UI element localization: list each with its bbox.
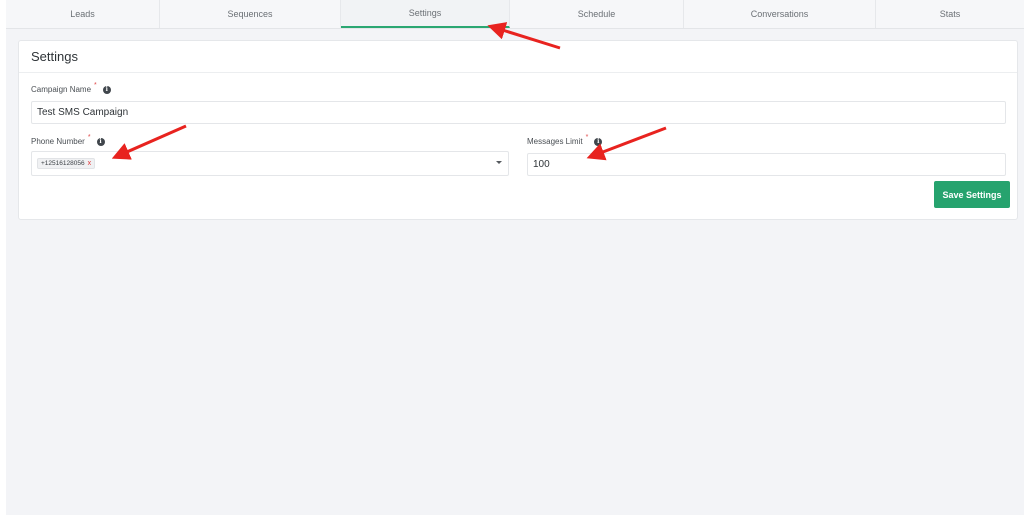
phone-number-label: Phone Number * i [31, 134, 105, 146]
save-settings-button[interactable]: Save Settings [934, 181, 1010, 208]
phone-number-tag-text: +12516128056 [41, 160, 85, 167]
info-icon[interactable]: i [594, 137, 603, 146]
campaign-name-label-text: Campaign Name [31, 85, 92, 94]
tab-label: Schedule [577, 9, 616, 19]
tab-conversations[interactable]: Conversations [684, 0, 876, 28]
tab-label: Stats [939, 9, 961, 19]
phone-number-select[interactable]: +12516128056 x [31, 151, 509, 176]
settings-title: Settings [19, 41, 1017, 73]
messages-limit-input[interactable]: 100 [527, 153, 1006, 176]
tab-label: Settings [408, 8, 442, 18]
phone-number-label-text: Phone Number [31, 137, 85, 146]
settings-card: Settings Campaign Name * i Test SMS Camp… [18, 40, 1018, 220]
info-icon[interactable]: i [96, 137, 105, 146]
page: Leads Sequences Settings Schedule Conver… [6, 0, 1024, 515]
campaign-name-label: Campaign Name * i [31, 82, 111, 94]
required-marker: * [585, 134, 589, 141]
campaign-name-value: Test SMS Campaign [37, 107, 129, 118]
phone-number-tag: +12516128056 x [37, 158, 96, 169]
messages-limit-label-text: Messages Limit [527, 137, 583, 146]
required-marker: * [87, 134, 91, 141]
campaign-name-input[interactable]: Test SMS Campaign [31, 101, 1006, 124]
required-marker: * [94, 82, 97, 89]
tab-label: Sequences [227, 9, 273, 19]
tab-sequences[interactable]: Sequences [160, 0, 341, 28]
messages-limit-value: 100 [533, 159, 550, 170]
info-icon[interactable]: i [102, 85, 111, 94]
tab-bar: Leads Sequences Settings Schedule Conver… [6, 0, 1024, 29]
tab-schedule[interactable]: Schedule [510, 0, 684, 28]
tab-settings[interactable]: Settings [341, 0, 510, 28]
tab-leads[interactable]: Leads [6, 0, 160, 28]
tag-remove-icon[interactable]: x [88, 160, 92, 167]
tab-label: Conversations [750, 9, 809, 19]
tab-label: Leads [70, 9, 95, 19]
messages-limit-label: Messages Limit * i [527, 134, 603, 146]
tab-stats[interactable]: Stats [876, 0, 1024, 28]
chevron-down-icon[interactable] [496, 161, 502, 164]
